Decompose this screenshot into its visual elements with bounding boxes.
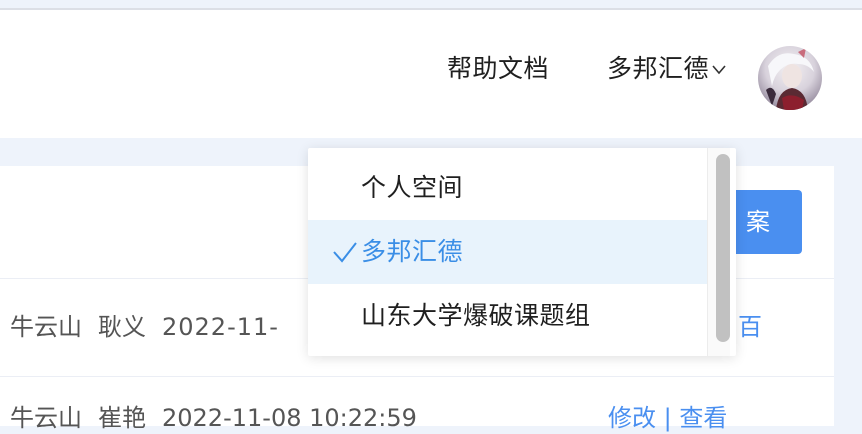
- org-name: 多邦汇德: [607, 54, 710, 83]
- help-docs-link[interactable]: 帮助文档: [447, 53, 549, 85]
- scrollbar-thumb[interactable]: [716, 154, 730, 342]
- chevron-down-icon: [712, 65, 726, 75]
- table-cell: 2022-11-: [162, 313, 279, 341]
- table-row[interactable]: 牛云山 耿义 2022-11-: [10, 311, 295, 343]
- table-cell: 牛云山: [10, 313, 82, 341]
- dropdown-item-label: 山东大学爆破课题组: [361, 301, 591, 330]
- row-divider: [0, 376, 834, 377]
- avatar[interactable]: [758, 46, 822, 110]
- table-cell: 2022-11-08 10:22:59: [162, 404, 417, 432]
- dropdown-item-personal-space[interactable]: 个人空间: [308, 156, 708, 220]
- table-cell: 牛云山: [10, 404, 82, 432]
- dropdown-item-label: 个人空间: [361, 173, 464, 202]
- check-icon: [333, 242, 357, 263]
- table-cell: 崔艳: [98, 404, 146, 432]
- dropdown-item-label: 多邦汇德: [361, 237, 464, 266]
- table-row[interactable]: 牛云山 崔艳 2022-11-08 10:22:59: [10, 402, 417, 434]
- dropdown-item-duobang-huide[interactable]: 多邦汇德: [308, 220, 708, 284]
- top-header: [0, 10, 862, 138]
- table-cell: 耿义: [98, 313, 146, 341]
- row-action-link[interactable]: 百: [738, 311, 762, 343]
- row-action-link[interactable]: 修改 | 查看: [608, 402, 727, 434]
- dropdown-item-shandong-univ[interactable]: 山东大学爆破课题组: [308, 284, 708, 348]
- user-avatar-icon: [758, 46, 822, 110]
- org-dropdown-menu: 个人空间 多邦汇德 山东大学爆破课题组: [308, 148, 736, 356]
- org-switcher[interactable]: 多邦汇德: [607, 53, 727, 85]
